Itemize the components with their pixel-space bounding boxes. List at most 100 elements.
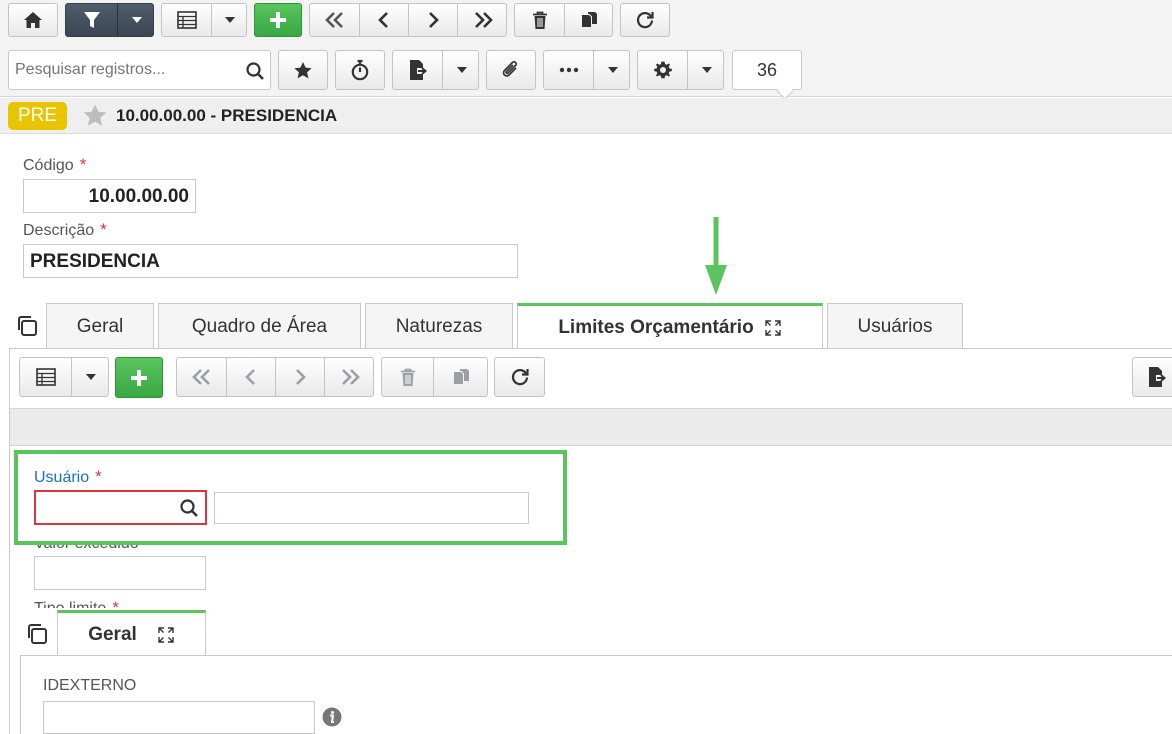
tab-naturezas[interactable]: Naturezas: [365, 303, 513, 349]
chevron-down-icon: [701, 67, 712, 73]
codigo-field[interactable]: 10.00.00.00: [23, 179, 196, 213]
filter-dropdown-button[interactable]: [118, 4, 155, 36]
sub-duplicate-button[interactable]: [434, 358, 489, 396]
filter-button-group[interactable]: [65, 3, 154, 37]
settings-dropdown-button[interactable]: [688, 51, 725, 89]
sub-last-record-button[interactable]: [325, 358, 375, 396]
sub-previous-record-button[interactable]: [227, 358, 276, 396]
export-button-group[interactable]: [392, 50, 479, 90]
previous-record-button[interactable]: [360, 4, 409, 36]
tab-quadro-de-area[interactable]: Quadro de Área: [158, 303, 361, 349]
export-button[interactable]: [393, 51, 443, 89]
home-button[interactable]: [8, 3, 58, 37]
double-chevron-right-icon: [475, 12, 493, 28]
sub-grid-button-group[interactable]: [19, 357, 109, 397]
expand-icon[interactable]: [157, 626, 175, 644]
copy-icon: [453, 369, 469, 384]
trash-icon: [532, 11, 547, 29]
required-indicator: *: [100, 220, 107, 239]
sub-next-record-button[interactable]: [276, 358, 325, 396]
next-record-button[interactable]: [409, 4, 458, 36]
idexterno-label: IDEXTERNO: [43, 677, 137, 694]
search-input[interactable]: [9, 51, 234, 89]
first-record-button[interactable]: [310, 4, 360, 36]
usuario-name-field[interactable]: [214, 492, 529, 524]
file-export-icon: [409, 60, 427, 80]
tab-geral[interactable]: Geral: [46, 303, 154, 349]
record-badge-label: PRE: [17, 105, 58, 126]
grid-dropdown-button[interactable]: [212, 4, 248, 36]
double-chevron-right-icon: [342, 369, 360, 385]
favorite-button[interactable]: [278, 50, 328, 90]
descricao-label: Descrição *: [23, 220, 107, 239]
descricao-field[interactable]: PRESIDENCIA: [23, 244, 518, 278]
descricao-value: PRESIDENCIA: [30, 251, 160, 272]
timer-button[interactable]: [335, 50, 385, 90]
expand-icon[interactable]: [764, 319, 782, 337]
plus-icon: [131, 369, 147, 386]
codigo-value: 10.00.00.00: [88, 186, 189, 207]
refresh-icon: [636, 12, 654, 29]
search-box[interactable]: [8, 50, 271, 90]
required-indicator: *: [79, 155, 87, 174]
trash-icon: [400, 368, 415, 386]
copy-tabs-icon[interactable]: [25, 622, 49, 646]
file-export-icon: [1149, 367, 1167, 387]
sub-add-button[interactable]: [115, 357, 163, 398]
chevron-left-icon: [378, 12, 388, 28]
tab-usuarios[interactable]: Usuários: [827, 303, 963, 349]
refresh-button[interactable]: [620, 3, 670, 37]
filter-icon: [83, 12, 100, 28]
info-icon[interactable]: [322, 707, 342, 727]
sub-delete-copy-button-group[interactable]: [381, 357, 488, 397]
gear-icon: [653, 61, 672, 79]
sub-grid-view-button[interactable]: [20, 358, 72, 396]
record-badge: PRE: [8, 102, 67, 130]
duplicate-button[interactable]: [565, 4, 614, 36]
chevron-down-icon: [131, 17, 142, 23]
sub-navigation-button-group[interactable]: [176, 357, 374, 397]
add-record-button[interactable]: [254, 3, 302, 37]
settings-button-group[interactable]: [637, 50, 724, 90]
bottom-tab-geral[interactable]: Geral: [57, 610, 206, 656]
delete-copy-button-group[interactable]: [514, 3, 613, 37]
usuario-lookup-field[interactable]: [34, 490, 207, 525]
export-dropdown-button[interactable]: [443, 51, 480, 89]
sub-grid-dropdown-button[interactable]: [72, 358, 110, 396]
paperclip-icon: [502, 61, 517, 77]
table-icon: [35, 368, 56, 386]
double-chevron-left-icon: [191, 369, 210, 385]
grid-view-button[interactable]: [162, 4, 212, 36]
refresh-icon: [511, 369, 529, 386]
filter-button[interactable]: [66, 4, 118, 36]
chevron-down-icon: [456, 67, 467, 73]
more-button-group[interactable]: [543, 50, 630, 90]
settings-button[interactable]: [638, 51, 688, 89]
idexterno-field[interactable]: [43, 701, 315, 734]
favorite-star-icon[interactable]: [82, 103, 108, 128]
plus-icon: [270, 12, 286, 28]
attachments-button[interactable]: [486, 50, 536, 90]
copy-tabs-icon[interactable]: [15, 314, 39, 338]
valor-excedido-field[interactable]: [34, 556, 206, 590]
more-dropdown-button[interactable]: [594, 51, 631, 89]
last-record-button[interactable]: [458, 4, 508, 36]
tab-limites-orcamentario[interactable]: Limites Orçamentário: [517, 303, 823, 350]
grid-button-group[interactable]: [161, 3, 247, 37]
double-chevron-left-icon: [324, 12, 343, 28]
chevron-down-icon: [607, 67, 618, 73]
delete-button[interactable]: [515, 4, 565, 36]
stopwatch-icon: [351, 59, 369, 81]
sub-delete-button[interactable]: [382, 358, 434, 396]
sub-export-button[interactable]: [1132, 357, 1172, 397]
sub-first-record-button[interactable]: [177, 358, 227, 396]
home-icon: [24, 12, 42, 28]
search-icon[interactable]: [245, 61, 265, 81]
search-icon[interactable]: [179, 498, 199, 518]
record-counter: 36: [732, 50, 802, 90]
sub-refresh-button[interactable]: [494, 357, 545, 397]
navigation-button-group[interactable]: [309, 3, 507, 37]
record-title: 10.00.00.00 - PRESIDENCIA: [116, 106, 338, 125]
more-actions-button[interactable]: [544, 51, 594, 89]
sub-record-header: [10, 408, 1172, 446]
